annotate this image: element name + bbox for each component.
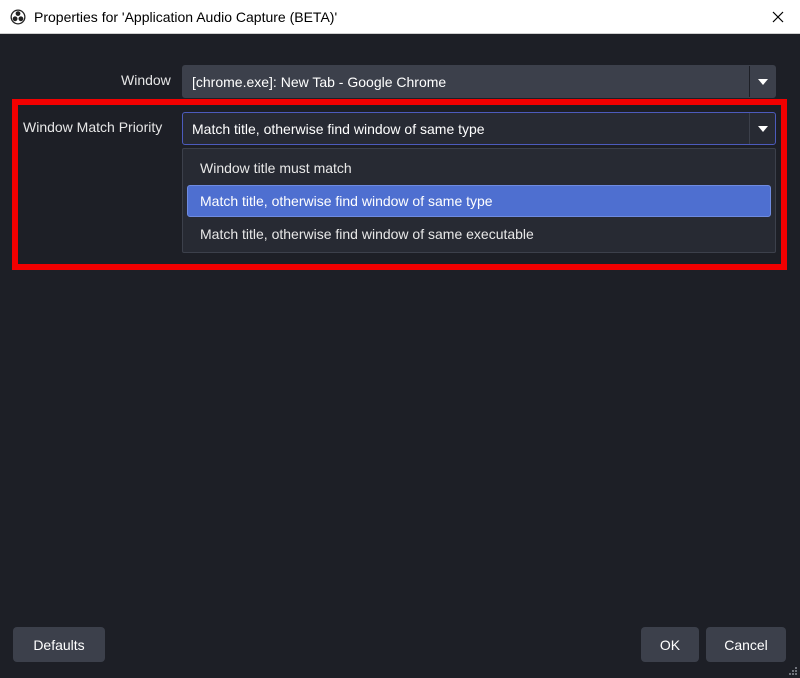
- close-button[interactable]: [756, 0, 800, 34]
- dropdown-option-same-type[interactable]: Match title, otherwise find window of sa…: [187, 185, 771, 217]
- dropdown-option-title-must-match[interactable]: Window title must match: [187, 152, 771, 184]
- window-select[interactable]: [chrome.exe]: New Tab - Google Chrome: [182, 65, 776, 98]
- close-icon: [772, 11, 784, 23]
- window-match-priority-value: Match title, otherwise find window of sa…: [192, 121, 485, 137]
- window-select-value: [chrome.exe]: New Tab - Google Chrome: [192, 74, 447, 90]
- obs-logo-icon: [10, 9, 26, 25]
- dropdown-option-same-executable[interactable]: Match title, otherwise find window of sa…: [187, 218, 771, 250]
- window-match-priority-dropdown-button[interactable]: [749, 113, 775, 144]
- window-select-dropdown-button[interactable]: [749, 66, 775, 97]
- title-bar: Properties for 'Application Audio Captur…: [0, 0, 800, 34]
- window-match-priority-label: Window Match Priority: [23, 119, 163, 135]
- ok-button[interactable]: OK: [641, 627, 699, 662]
- window-title: Properties for 'Application Audio Captur…: [34, 9, 338, 25]
- cancel-button[interactable]: Cancel: [706, 627, 786, 662]
- window-label: Window: [121, 72, 171, 88]
- resize-grip-icon[interactable]: [788, 666, 798, 676]
- defaults-button[interactable]: Defaults: [13, 627, 105, 662]
- window-match-priority-select[interactable]: Match title, otherwise find window of sa…: [182, 112, 776, 145]
- priority-dropdown-list: Window title must match Match title, oth…: [182, 148, 776, 253]
- chevron-down-icon: [757, 78, 768, 85]
- chevron-down-icon: [757, 125, 768, 132]
